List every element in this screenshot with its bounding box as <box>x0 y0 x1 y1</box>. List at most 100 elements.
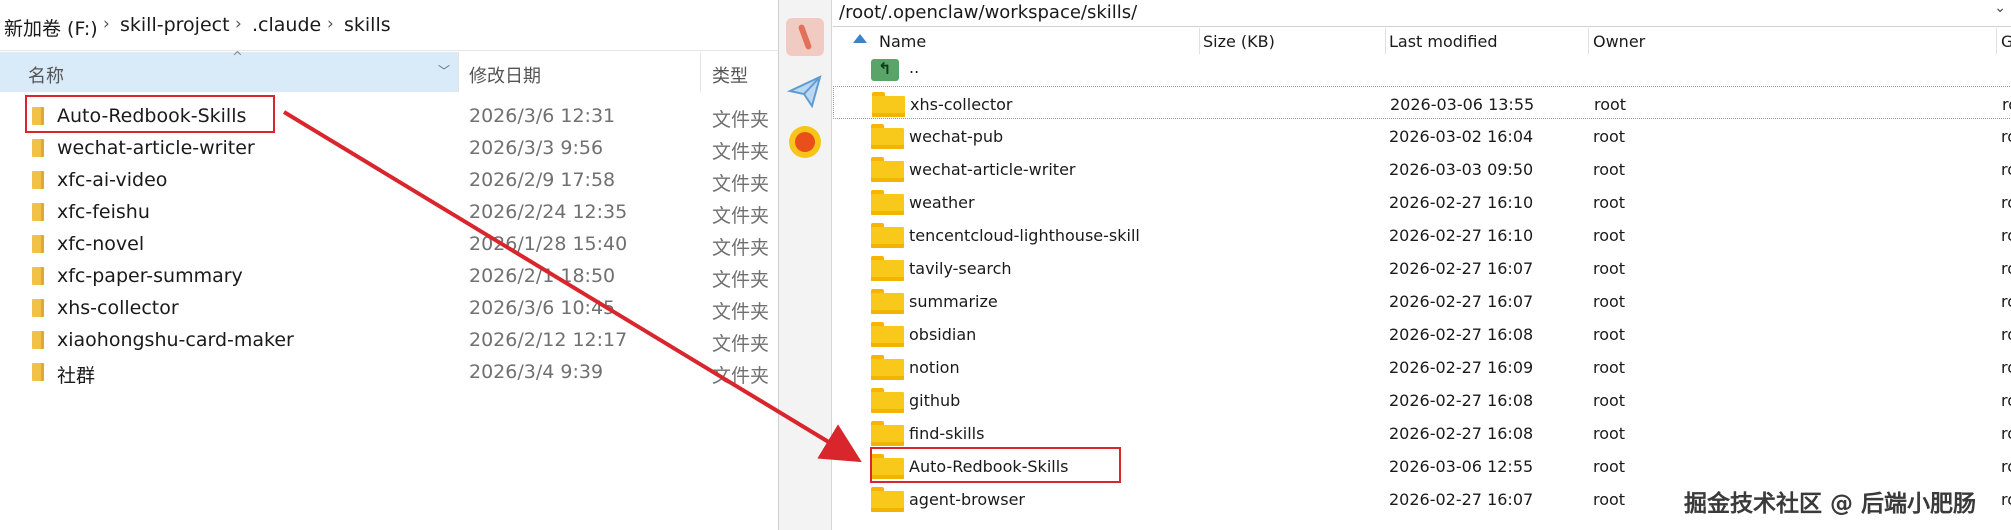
breadcrumb-skill-project[interactable]: skill-project <box>120 14 230 36</box>
remote-column-header: Name Size (KB) Last modified Owner Group <box>833 26 2011 56</box>
column-header-date[interactable]: 修改日期 <box>469 62 541 88</box>
list-item[interactable]: xfc-paper-summary 2026/2/1 18:50 文件夹 <box>0 261 778 293</box>
row-name: weather <box>909 193 975 212</box>
remote-path-bar[interactable]: /root/.openclaw/workspace/skills/ ⌄ <box>833 0 2011 27</box>
breadcrumb-separator-icon: › <box>327 14 334 34</box>
column-header-owner[interactable]: Owner <box>1593 32 1645 51</box>
row-modified: 2026-03-03 09:50 <box>1389 160 1534 179</box>
explorer-column-header: ^ 名称 ﹀ 修改日期 类型 <box>0 50 778 92</box>
send-icon[interactable] <box>786 72 824 110</box>
item-type: 文件夹 <box>712 173 770 195</box>
row-owner: root <box>1593 325 1626 344</box>
table-row[interactable]: weather 2026-02-27 16:10 root root <box>833 185 2011 218</box>
folder-icon <box>871 124 904 149</box>
folder-icon <box>871 157 904 182</box>
list-item[interactable]: 社群 2026/3/4 9:39 文件夹 <box>0 357 778 389</box>
row-name: notion <box>909 358 960 377</box>
column-header-size[interactable]: Size (KB) <box>1203 32 1275 51</box>
item-type: 文件夹 <box>712 205 770 227</box>
item-type: 文件夹 <box>712 333 770 355</box>
column-divider[interactable] <box>1385 28 1386 54</box>
row-group: root <box>2001 226 2011 245</box>
breadcrumb-skills[interactable]: skills <box>344 14 391 36</box>
row-group: root <box>2001 391 2011 410</box>
folder-icon <box>871 487 904 512</box>
row-group: root <box>2001 424 2011 443</box>
table-row[interactable]: xhs-collector 2026-03-06 13:55 root root <box>833 86 2011 119</box>
table-row[interactable]: obsidian 2026-02-27 16:08 root root <box>833 317 2011 350</box>
column-divider[interactable] <box>700 52 701 92</box>
breadcrumb-separator-icon: › <box>235 14 242 34</box>
row-modified: 2026-02-27 16:08 <box>1389 325 1534 344</box>
row-owner: root <box>1593 259 1626 278</box>
row-modified: 2026-02-27 16:10 <box>1389 193 1534 212</box>
row-group: root <box>2001 457 2011 476</box>
row-owner: root <box>1593 490 1626 509</box>
table-row[interactable]: find-skills 2026-02-27 16:08 root root <box>833 416 2011 449</box>
column-header-group[interactable]: Group <box>2001 32 2011 51</box>
item-date: 2026/3/6 10:45 <box>469 297 616 319</box>
folder-icon <box>872 92 905 117</box>
list-item[interactable]: xiaohongshu-card-maker 2026/2/12 12:17 文件夹 <box>0 325 778 357</box>
column-divider[interactable] <box>458 52 459 92</box>
row-name: find-skills <box>909 424 985 443</box>
chevron-down-icon[interactable]: ⌄ <box>1994 0 2006 16</box>
item-date: 2026/2/12 12:17 <box>469 329 628 351</box>
column-divider[interactable] <box>1588 28 1589 54</box>
breadcrumb[interactable]: 新加卷 (F:) › skill-project › .claude › ski… <box>0 0 778 51</box>
row-modified: 2026-03-06 12:55 <box>1389 457 1534 476</box>
table-row[interactable]: tavily-search 2026-02-27 16:07 root root <box>833 251 2011 284</box>
remote-path[interactable]: /root/.openclaw/workspace/skills/ <box>839 2 1137 23</box>
table-row[interactable]: summarize 2026-02-27 16:07 root root <box>833 284 2011 317</box>
row-modified: 2026-02-27 16:08 <box>1389 424 1534 443</box>
item-type: 文件夹 <box>712 301 770 323</box>
row-name: wechat-pub <box>909 127 1004 146</box>
breadcrumb-drive[interactable]: 新加卷 (F:) <box>4 14 98 41</box>
column-header-name[interactable]: ^ 名称 ﹀ <box>0 50 458 92</box>
table-row[interactable]: notion 2026-02-27 16:09 root root <box>833 350 2011 383</box>
breadcrumb-claude[interactable]: .claude <box>252 14 321 36</box>
column-header-modified[interactable]: Last modified <box>1389 32 1497 51</box>
explorer-pane: 新加卷 (F:) › skill-project › .claude › ski… <box>0 0 778 530</box>
row-name: tencentcloud-lighthouse-skill <box>909 226 1140 245</box>
list-item[interactable]: wechat-article-writer 2026/3/3 9:56 文件夹 <box>0 133 778 165</box>
breadcrumb-separator-icon: › <box>103 14 110 34</box>
list-item[interactable]: xhs-collector 2026/3/6 10:45 文件夹 <box>0 293 778 325</box>
table-row[interactable]: tencentcloud-lighthouse-skill 2026-02-27 … <box>833 218 2011 251</box>
row-group: root <box>2001 259 2011 278</box>
row-modified: 2026-02-27 16:09 <box>1389 358 1534 377</box>
row-name: wechat-article-writer <box>909 160 1076 179</box>
item-date: 2026/2/24 12:35 <box>469 201 628 223</box>
browser-icon[interactable] <box>789 126 821 158</box>
column-header-name[interactable]: Name <box>879 32 926 51</box>
item-date: 2026/2/1 18:50 <box>469 265 616 287</box>
folder-icon <box>871 190 904 215</box>
list-item[interactable]: xfc-feishu 2026/2/24 12:35 文件夹 <box>0 197 778 229</box>
row-name: github <box>909 391 961 410</box>
row-modified: 2026-03-02 16:04 <box>1389 127 1534 146</box>
row-group: root <box>2001 160 2011 179</box>
row-group: root <box>2001 292 2011 311</box>
chevron-down-icon[interactable]: ﹀ <box>438 62 450 79</box>
folder-icon <box>871 388 904 413</box>
column-divider[interactable] <box>1199 28 1200 54</box>
folder-icon <box>32 235 44 253</box>
list-item[interactable]: xfc-ai-video 2026/2/9 17:58 文件夹 <box>0 165 778 197</box>
list-item[interactable]: xfc-novel 2026/1/28 15:40 文件夹 <box>0 229 778 261</box>
table-row[interactable]: wechat-pub 2026-03-02 16:04 root root <box>833 119 2011 152</box>
column-header-type[interactable]: 类型 <box>712 62 748 88</box>
row-owner: root <box>1593 193 1626 212</box>
row-owner: root <box>1593 292 1626 311</box>
row-modified: 2026-02-27 16:07 <box>1389 259 1534 278</box>
parent-directory-label: .. <box>909 58 920 77</box>
row-owner: root <box>1593 424 1626 443</box>
folder-icon <box>32 139 44 157</box>
parent-directory-row[interactable]: .. <box>833 56 2011 84</box>
row-owner: root <box>1593 127 1626 146</box>
table-row[interactable]: wechat-article-writer 2026-03-03 09:50 roo… <box>833 152 2011 185</box>
item-type: 文件夹 <box>712 237 770 259</box>
table-row[interactable]: github 2026-02-27 16:08 root root <box>833 383 2011 416</box>
column-divider[interactable] <box>1996 28 1997 54</box>
item-type: 文件夹 <box>712 365 770 387</box>
pen-tool-icon[interactable] <box>786 18 824 56</box>
